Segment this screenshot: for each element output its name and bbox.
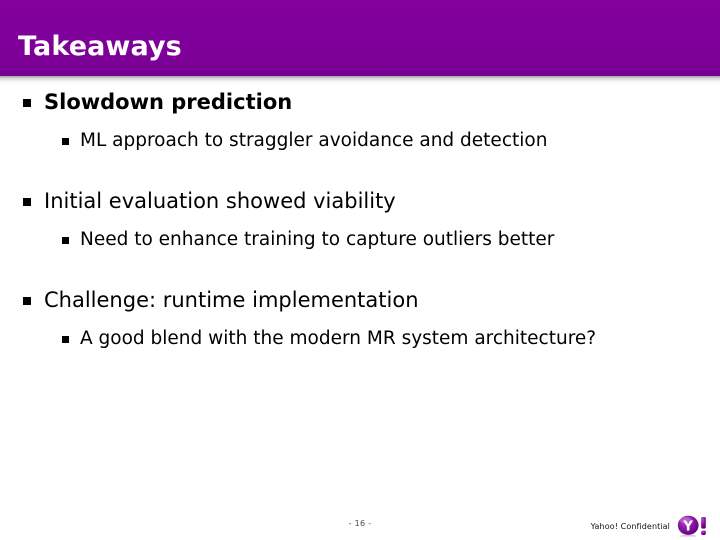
- square-subbullet-icon: [62, 237, 69, 244]
- bullet-level1: Challenge: runtime implementation: [0, 288, 720, 313]
- bullet-group: Initial evaluation showed viability Need…: [0, 189, 720, 251]
- bullet-level1-label: Challenge: runtime implementation: [44, 288, 419, 312]
- bullet-level1: Initial evaluation showed viability: [0, 189, 720, 214]
- bullet-level2-label: ML approach to straggler avoidance and d…: [80, 130, 548, 151]
- square-bullet-icon: [23, 198, 31, 206]
- square-bullet-icon: [23, 297, 31, 305]
- bullet-level1-label: Initial evaluation showed viability: [44, 189, 396, 213]
- slide: Takeaways Slowdown prediction ML approac…: [0, 0, 720, 540]
- svg-text:Y: Y: [682, 518, 693, 534]
- bullet-level2: Need to enhance training to capture outl…: [0, 229, 720, 251]
- footer-branding: Yahoo! Confidential Y: [591, 514, 714, 538]
- bullet-group: Slowdown prediction ML approach to strag…: [0, 90, 720, 152]
- square-subbullet-icon: [62, 336, 69, 343]
- bullet-group: Challenge: runtime implementation A good…: [0, 288, 720, 350]
- square-bullet-icon: [23, 99, 31, 107]
- page-title: Takeaways: [18, 31, 182, 62]
- bullet-level2-label: A good blend with the modern MR system a…: [80, 328, 597, 349]
- bullet-level1: Slowdown prediction: [0, 90, 720, 115]
- yahoo-logo-icon: Y: [677, 515, 706, 538]
- bullet-level2: ML approach to straggler avoidance and d…: [0, 130, 720, 152]
- square-subbullet-icon: [62, 138, 69, 145]
- confidentiality-notice: Yahoo! Confidential: [590, 521, 670, 531]
- bullet-level2-label: Need to enhance training to capture outl…: [80, 229, 555, 250]
- bullet-level1-label: Slowdown prediction: [44, 90, 293, 114]
- header-drop-shadow: [0, 76, 720, 85]
- bullet-level2: A good blend with the modern MR system a…: [0, 328, 720, 350]
- slide-body: Slowdown prediction ML approach to strag…: [0, 90, 720, 350]
